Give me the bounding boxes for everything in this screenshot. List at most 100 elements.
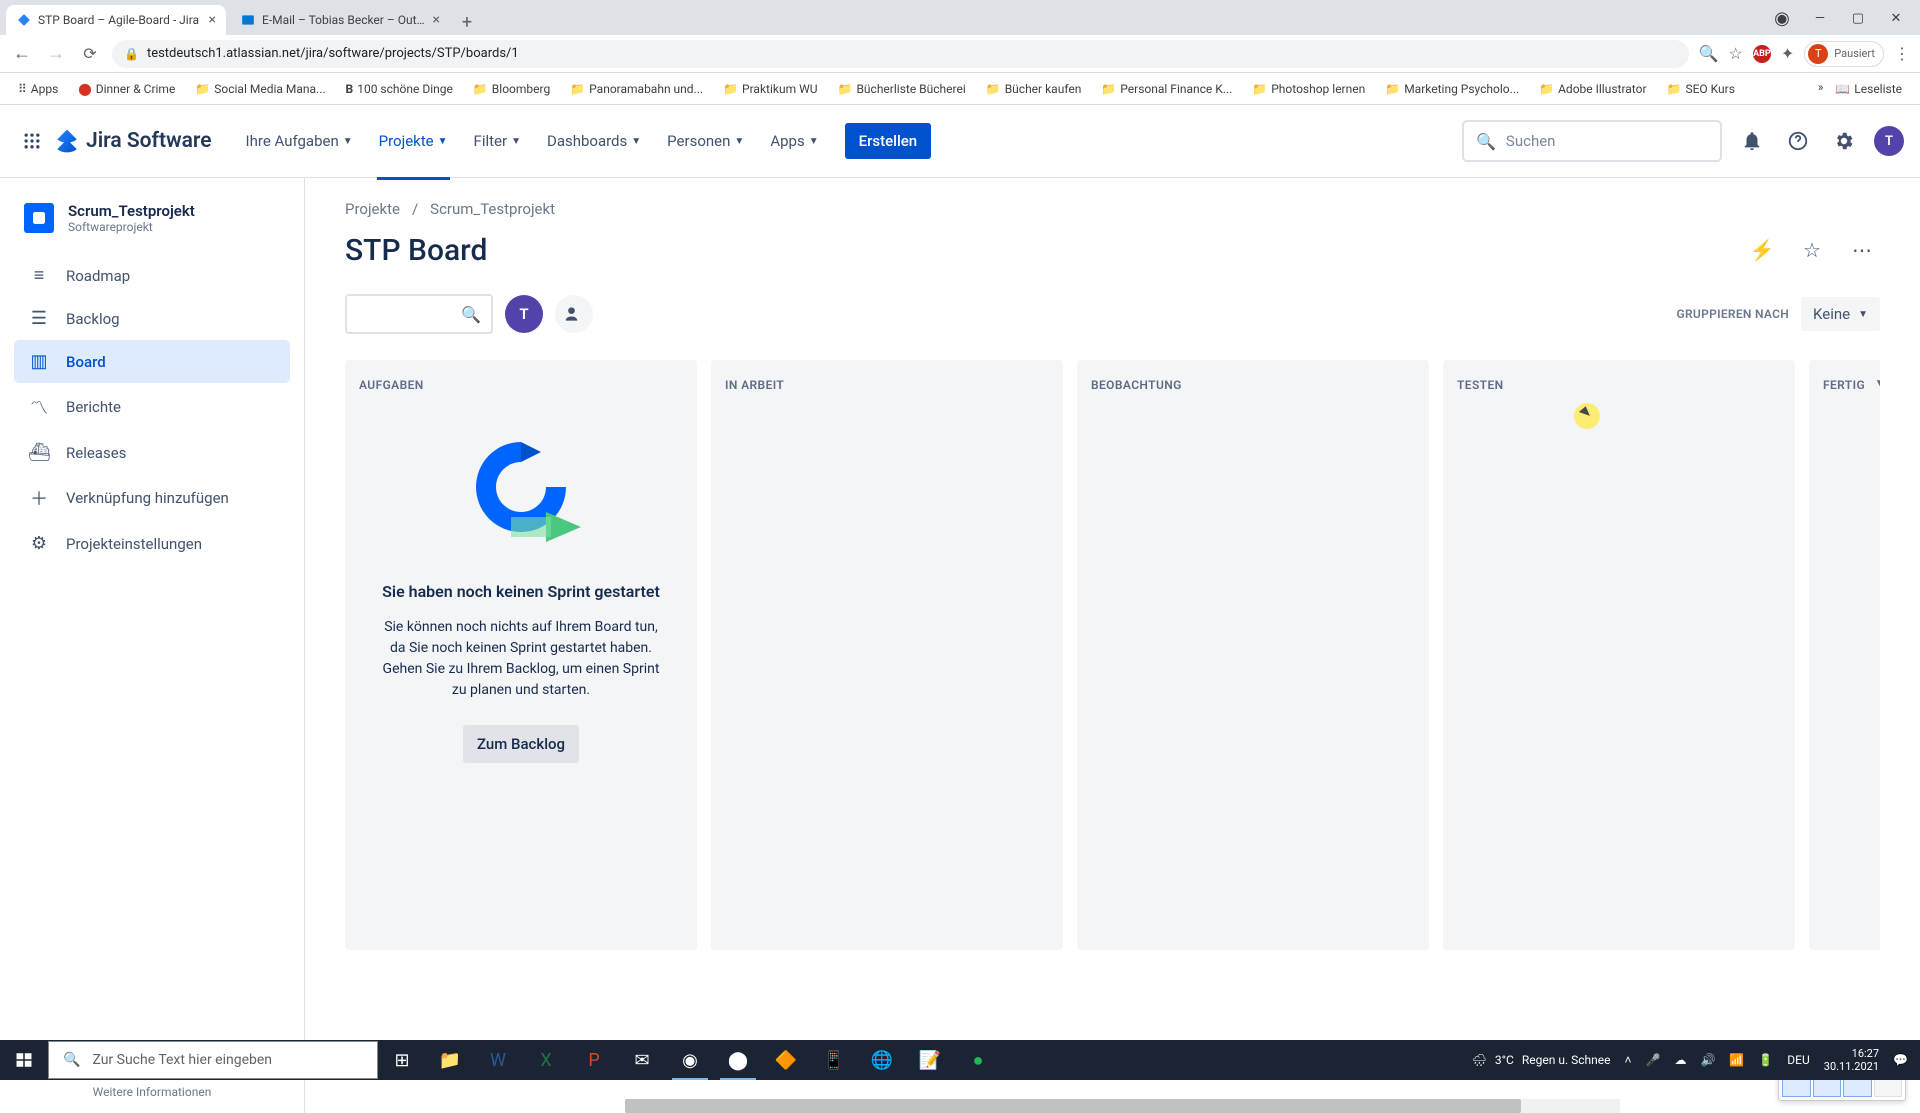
breadcrumb-item[interactable]: Scrum_Testprojekt	[430, 200, 555, 218]
profile-sync-badge[interactable]: T Pausiert	[1804, 41, 1884, 67]
nav-projects[interactable]: Projekte▼	[369, 124, 458, 158]
project-header[interactable]: Scrum_Testprojekt Softwareprojekt	[14, 202, 290, 254]
nav-filters[interactable]: Filter▼	[464, 124, 531, 158]
bookmark-item[interactable]: 📁Marketing Psycholo...	[1377, 80, 1527, 98]
app-switcher-icon[interactable]	[16, 125, 48, 157]
bookmark-item[interactable]: 📁SEO Kurs	[1659, 80, 1743, 98]
spotify-icon[interactable]: ●	[954, 1040, 1002, 1080]
volume-icon[interactable]: 🔊	[1700, 1053, 1715, 1067]
chevron-down-icon: ▼	[343, 136, 353, 147]
settings-icon[interactable]	[1828, 125, 1860, 157]
bookmark-item[interactable]: 📁Bücherliste Bücherei	[830, 80, 974, 98]
wifi-icon[interactable]: 📶	[1729, 1053, 1744, 1067]
avatar[interactable]: T	[1874, 126, 1904, 156]
menu-icon[interactable]: ⋮	[1894, 44, 1910, 63]
battery-icon[interactable]: 🔋	[1758, 1053, 1773, 1067]
tray-chevron-icon[interactable]: ˄	[1624, 1053, 1631, 1067]
chevron-down-icon[interactable]: ▼	[1875, 378, 1880, 392]
jira-logo[interactable]: Jira Software	[54, 128, 212, 154]
search-icon: 🔍	[1476, 132, 1496, 151]
back-button[interactable]: ←	[10, 43, 34, 64]
nav-people[interactable]: Personen▼	[657, 124, 754, 158]
apps-button[interactable]: ⠿Apps	[10, 80, 66, 98]
to-backlog-button[interactable]: Zum Backlog	[463, 725, 579, 763]
notifications-icon[interactable]	[1736, 125, 1768, 157]
bookmark-item[interactable]: 📁Photoshop lernen	[1244, 80, 1373, 98]
nav-your-work[interactable]: Ihre Aufgaben▼	[236, 124, 363, 158]
language-indicator[interactable]: DEU	[1787, 1053, 1809, 1067]
create-button[interactable]: Erstellen	[845, 123, 932, 159]
bookmark-item[interactable]: ⬤Dinner & Crime	[70, 80, 183, 98]
onedrive-icon[interactable]: ☁	[1674, 1053, 1686, 1067]
browser-tab[interactable]: STP Board – Agile-Board - Jira ×	[6, 5, 226, 35]
minimize-button[interactable]: —	[1802, 11, 1838, 26]
edge-icon[interactable]: 🌐	[858, 1040, 906, 1080]
weather-widget[interactable]: 🌧 3°C Regen u. Schnee	[1472, 1053, 1611, 1067]
bookmark-item[interactable]: 📁Social Media Mana...	[187, 80, 333, 98]
notifications-tray-icon[interactable]: 💬	[1893, 1053, 1908, 1067]
word-icon[interactable]: W	[474, 1040, 522, 1080]
sidebar-item-board[interactable]: ▥Board	[14, 340, 290, 383]
close-icon[interactable]: ×	[433, 12, 440, 28]
more-icon[interactable]: ⋯	[1844, 232, 1880, 268]
reading-list-button[interactable]: 📖Leseliste	[1827, 80, 1910, 98]
horizontal-scrollbar[interactable]	[625, 1099, 1620, 1113]
new-tab-button[interactable]: +	[454, 9, 480, 35]
nav-apps[interactable]: Apps▼	[760, 124, 828, 158]
nav-dashboards[interactable]: Dashboards▼	[537, 124, 651, 158]
obs-icon[interactable]: ⬤	[714, 1040, 762, 1080]
board-search-input[interactable]: 🔍	[345, 294, 493, 334]
notepad-icon[interactable]: 📝	[906, 1040, 954, 1080]
chrome-icon[interactable]: ◉	[666, 1040, 714, 1080]
project-type: Softwareprojekt	[68, 220, 195, 234]
help-icon[interactable]	[1782, 125, 1814, 157]
maximize-button[interactable]: ▢	[1840, 11, 1876, 26]
extensions-icon[interactable]: ✦	[1781, 44, 1794, 63]
url-input[interactable]: 🔒 testdeutsch1.atlassian.net/jira/softwa…	[112, 40, 1689, 68]
taskbar-search[interactable]: 🔍 Zur Suche Text hier eingeben	[48, 1041, 378, 1079]
breadcrumb-item[interactable]: Projekte	[345, 200, 400, 218]
search-input[interactable]: 🔍 Suchen	[1462, 120, 1722, 162]
bookmark-item[interactable]: 📁Praktikum WU	[715, 80, 825, 98]
close-button[interactable]: ✕	[1878, 11, 1914, 26]
mail-icon[interactable]: ✉	[618, 1040, 666, 1080]
tab-title: STP Board – Agile-Board - Jira	[38, 13, 203, 27]
column-header: TESTEN	[1457, 378, 1781, 392]
sidebar-item-roadmap[interactable]: ≡Roadmap	[14, 254, 290, 297]
powerpoint-icon[interactable]: P	[570, 1040, 618, 1080]
sidebar-item-add-link[interactable]: ＋Verknüpfung hinzufügen	[14, 474, 290, 522]
browser-tab[interactable]: E-Mail – Tobias Becker – Outlook ×	[230, 5, 450, 35]
add-person-button[interactable]	[555, 295, 593, 333]
app-icon[interactable]: 🔶	[762, 1040, 810, 1080]
bookmark-item[interactable]: 📁Adobe Illustrator	[1531, 80, 1654, 98]
chevron-down-icon: ▼	[1858, 309, 1868, 320]
footer-more-link[interactable]: Weitere Informationen	[34, 1085, 270, 1099]
automation-icon[interactable]: ⚡	[1744, 232, 1780, 268]
excel-icon[interactable]: X	[522, 1040, 570, 1080]
bookmarks-overflow[interactable]: »	[1818, 80, 1824, 98]
sidebar-item-reports[interactable]: 〽Berichte	[14, 383, 290, 431]
start-button[interactable]	[0, 1040, 48, 1080]
clock[interactable]: 16:27 30.11.2021	[1824, 1047, 1879, 1073]
reload-button[interactable]: ⟳	[78, 44, 102, 63]
star-icon[interactable]: ☆	[1729, 44, 1743, 63]
sidebar-item-releases[interactable]: ⛴Releases	[14, 431, 290, 474]
bookmark-item[interactable]: B100 schöne Dinge	[338, 80, 461, 98]
app-icon[interactable]: 📱	[810, 1040, 858, 1080]
bookmark-item[interactable]: 📁Personal Finance K...	[1093, 80, 1240, 98]
zoom-icon[interactable]: 🔍	[1699, 44, 1719, 63]
bookmark-item[interactable]: 📁Panoramabahn und...	[562, 80, 711, 98]
bookmark-item[interactable]: 📁Bücher kaufen	[978, 80, 1090, 98]
group-by-select[interactable]: Keine▼	[1801, 297, 1880, 331]
mic-icon[interactable]: 🎤	[1645, 1053, 1660, 1067]
bookmark-item[interactable]: 📁Bloomberg	[465, 80, 558, 98]
star-icon[interactable]: ☆	[1794, 232, 1830, 268]
close-icon[interactable]: ×	[209, 12, 216, 28]
sidebar-item-backlog[interactable]: ☰Backlog	[14, 297, 290, 340]
abp-icon[interactable]: ABP	[1753, 45, 1771, 63]
sidebar-item-settings[interactable]: ⚙Projekteinstellungen	[14, 522, 290, 565]
forward-button[interactable]: →	[44, 43, 68, 64]
assignee-avatar[interactable]: T	[505, 295, 543, 333]
explorer-icon[interactable]: 📁	[426, 1040, 474, 1080]
task-view-icon[interactable]: ⊞	[378, 1040, 426, 1080]
